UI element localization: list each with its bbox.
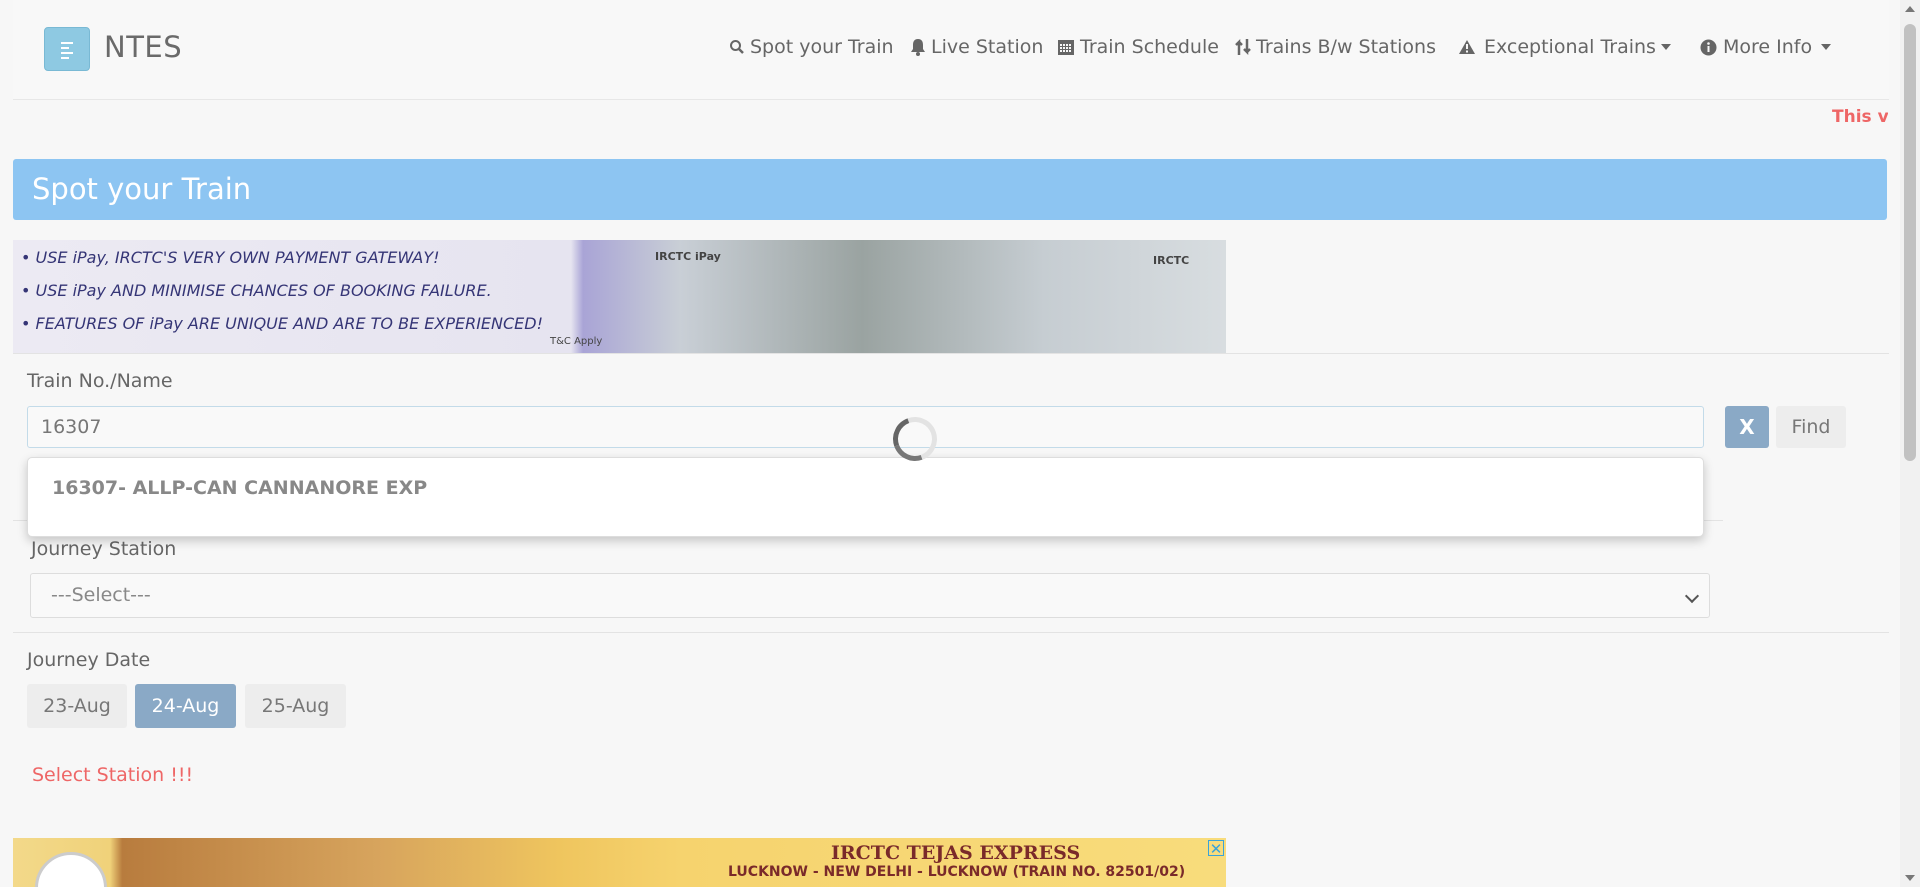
nav-label: Trains B/w Stations bbox=[1256, 36, 1436, 58]
ad-title: IRCTC TEJAS EXPRESS bbox=[831, 842, 1081, 864]
ad-terms: T&C Apply bbox=[550, 336, 603, 347]
nav-exceptional-trains[interactable]: Exceptional Trains bbox=[1458, 36, 1671, 58]
divider bbox=[13, 353, 1889, 354]
irctc-logo bbox=[35, 852, 107, 887]
train-field-label: Train No./Name bbox=[27, 370, 173, 392]
navbar: NTES Spot your Train Live Station Train … bbox=[13, 0, 1889, 100]
nav-label: Spot your Train bbox=[750, 36, 894, 58]
nav-label: Train Schedule bbox=[1080, 36, 1219, 58]
error-message: Select Station !!! bbox=[32, 764, 194, 786]
journey-station-select[interactable]: ---Select--- bbox=[30, 573, 1710, 618]
irctc-ipay-logo: IRCTC iPay bbox=[655, 250, 721, 263]
swap-vertical-icon bbox=[1235, 38, 1251, 56]
train-number-input[interactable] bbox=[27, 406, 1704, 448]
ad-line: • USE iPay, IRCTC'S VERY OWN PAYMENT GAT… bbox=[21, 248, 440, 267]
nav-label: Live Station bbox=[931, 36, 1044, 58]
chevron-down-icon bbox=[1660, 44, 1671, 50]
calendar-icon bbox=[1058, 40, 1074, 55]
date-option-23-aug[interactable]: 23-Aug bbox=[27, 684, 127, 728]
bell-icon bbox=[911, 39, 925, 56]
date-option-25-aug[interactable]: 25-Aug bbox=[245, 684, 346, 728]
chevron-down-icon bbox=[1821, 44, 1832, 50]
tejas-express-advert-banner[interactable]: IRCTC TEJAS EXPRESS LUCKNOW - NEW DELHI … bbox=[13, 838, 1226, 887]
clear-button[interactable]: X bbox=[1725, 406, 1769, 448]
date-option-24-aug[interactable]: 24-Aug bbox=[135, 684, 236, 728]
scrollbar-thumb[interactable] bbox=[1904, 24, 1916, 461]
journey-station-label: Journey Station bbox=[31, 538, 177, 560]
nav-label: Exceptional Trains bbox=[1484, 36, 1656, 58]
ad-line: • FEATURES OF iPay ARE UNIQUE AND ARE TO… bbox=[21, 314, 544, 333]
scroll-down-arrow-icon[interactable] bbox=[1905, 875, 1915, 881]
suggestion-item[interactable]: 16307- ALLP-CAN CANNANORE EXP bbox=[52, 477, 427, 499]
scroll-up-arrow-icon[interactable] bbox=[1905, 6, 1915, 12]
warning-icon bbox=[1459, 40, 1475, 54]
page: NTES Spot your Train Live Station Train … bbox=[0, 0, 1900, 887]
train-suggestions-dropdown: 16307- ALLP-CAN CANNANORE EXP bbox=[27, 457, 1704, 537]
menu-toggle-button[interactable] bbox=[44, 27, 90, 71]
nav-more-info[interactable]: More Info bbox=[1700, 36, 1832, 58]
select-value: ---Select--- bbox=[51, 584, 151, 606]
info-icon bbox=[1700, 39, 1717, 55]
marquee-notice: This ve bbox=[1832, 107, 1888, 127]
nav-label: More Info bbox=[1723, 36, 1813, 58]
ad-line: • USE iPay AND MINIMISE CHANCES OF BOOKI… bbox=[21, 281, 492, 300]
vertical-scrollbar[interactable] bbox=[1900, 0, 1920, 887]
irctc-logo: IRCTC bbox=[1153, 254, 1190, 267]
nav-train-schedule[interactable]: Train Schedule bbox=[1057, 36, 1219, 58]
ipay-advert-banner[interactable]: • USE iPay, IRCTC'S VERY OWN PAYMENT GAT… bbox=[13, 240, 1226, 353]
close-icon[interactable]: ✕ bbox=[1208, 840, 1224, 857]
brand-logo[interactable]: NTES bbox=[104, 30, 182, 64]
chevron-down-icon bbox=[1684, 588, 1700, 604]
ad-subtitle: LUCKNOW - NEW DELHI - LUCKNOW (TRAIN NO.… bbox=[728, 864, 1186, 880]
page-title-bar: Spot your Train bbox=[13, 159, 1887, 220]
journey-date-label: Journey Date bbox=[27, 649, 151, 671]
nav-spot-your-train[interactable]: Spot your Train bbox=[729, 36, 894, 58]
page-title: Spot your Train bbox=[32, 172, 252, 206]
find-button[interactable]: Find bbox=[1776, 406, 1846, 448]
nav-live-station[interactable]: Live Station bbox=[910, 36, 1043, 58]
nav-trains-between-stations[interactable]: Trains B/w Stations bbox=[1235, 36, 1436, 58]
divider bbox=[13, 632, 1889, 633]
search-icon bbox=[730, 40, 744, 54]
